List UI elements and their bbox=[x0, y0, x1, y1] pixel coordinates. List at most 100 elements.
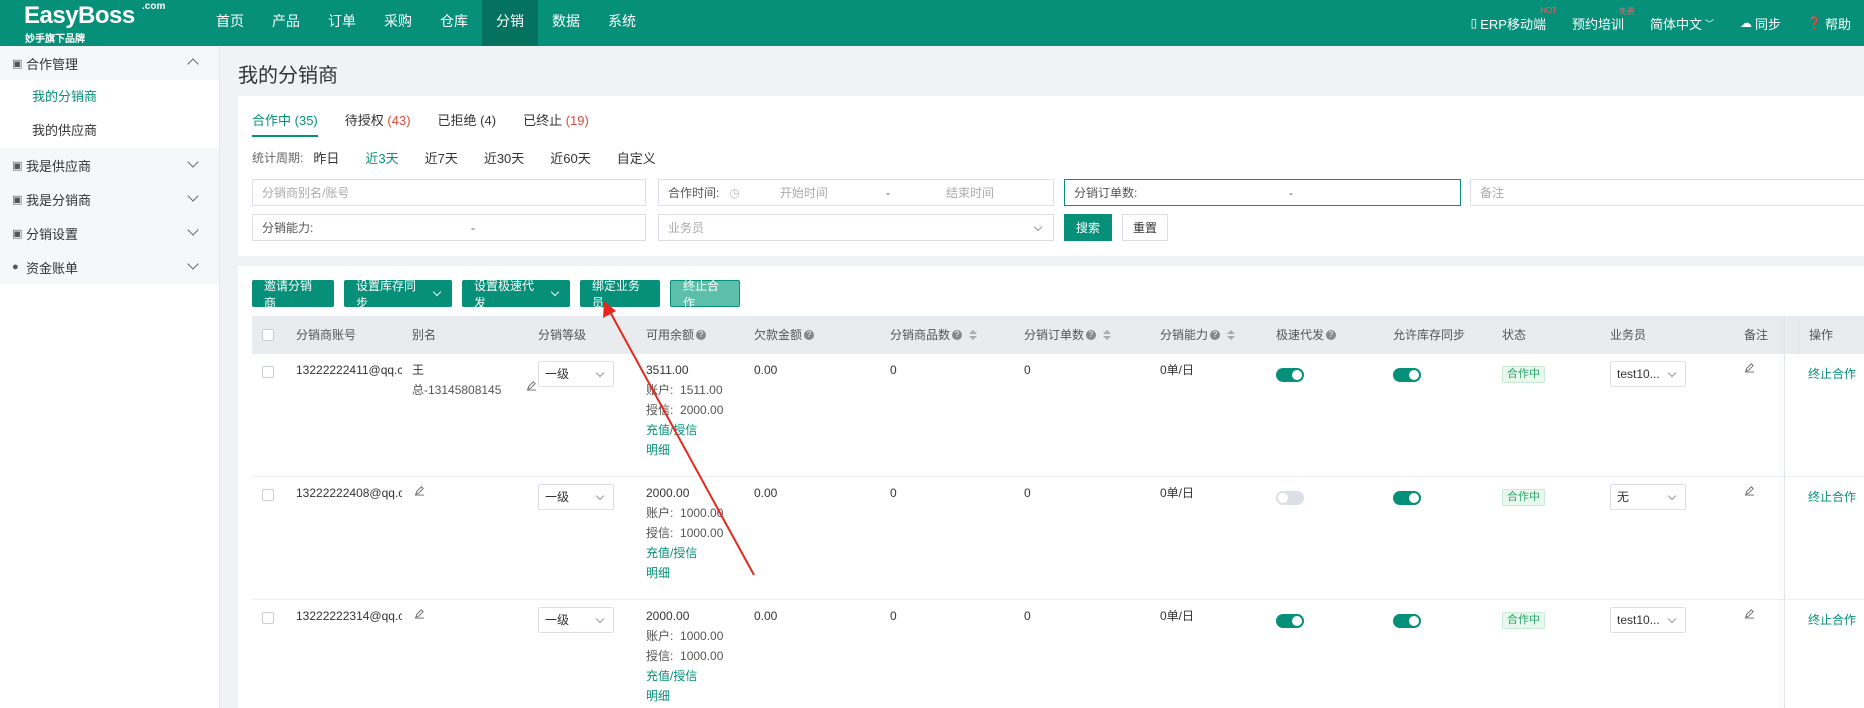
period-yesterday[interactable]: 昨日 bbox=[313, 148, 339, 167]
sidebar-group-i-am-distributor[interactable]: ▣ 我是分销商 bbox=[0, 182, 219, 216]
remark-input[interactable]: 备注 bbox=[1470, 179, 1864, 206]
col-capacity[interactable]: 分销能力? bbox=[1160, 316, 1236, 354]
detail-link[interactable]: 明细 bbox=[646, 563, 670, 583]
chevron-up-icon bbox=[187, 58, 199, 70]
tab-pending-auth[interactable]: 待授权 (43) bbox=[345, 110, 411, 137]
nav-data[interactable]: 数据 bbox=[538, 0, 594, 46]
nav-home[interactable]: 首页 bbox=[202, 0, 258, 46]
nav-purchase[interactable]: 采购 bbox=[370, 0, 426, 46]
top-navbar: EasyBoss .com 妙手旗下品牌 首页 产品 订单 采购 仓库 分销 数… bbox=[0, 0, 1864, 46]
col-order-count[interactable]: 分销订单数? bbox=[1024, 316, 1112, 354]
stock-sync-toggle[interactable] bbox=[1393, 491, 1421, 505]
chevron-down-icon bbox=[595, 614, 605, 624]
period-3days[interactable]: 近3天 bbox=[365, 148, 398, 167]
row-products: 0 bbox=[890, 363, 897, 377]
account-search-input[interactable]: 分销商别名/账号 bbox=[252, 179, 646, 206]
col-status: 状态 bbox=[1502, 328, 1527, 342]
capacity-range[interactable]: 分销能力: - bbox=[252, 214, 646, 241]
fast-ship-toggle[interactable] bbox=[1276, 368, 1304, 382]
reset-button[interactable]: 重置 bbox=[1122, 214, 1168, 241]
logo[interactable]: EasyBoss .com 妙手旗下品牌 bbox=[22, 0, 165, 46]
fixed-column-divider bbox=[1784, 316, 1785, 708]
edit-icon[interactable] bbox=[526, 380, 537, 391]
nav-products[interactable]: 产品 bbox=[258, 0, 314, 46]
edit-icon[interactable] bbox=[414, 608, 425, 619]
status-badge: 合作中 bbox=[1502, 612, 1545, 629]
period-custom[interactable]: 自定义 bbox=[617, 148, 656, 167]
nav-distribution[interactable]: 分销 bbox=[482, 0, 538, 46]
main-nav: 首页 产品 订单 采购 仓库 分销 数据 系统 bbox=[202, 0, 650, 46]
order-count-range[interactable]: 分销订单数: - bbox=[1064, 179, 1461, 206]
language-label: 简体中文 bbox=[1649, 16, 1702, 32]
col-account: 分销商账号 bbox=[296, 328, 357, 342]
detail-link[interactable]: 明细 bbox=[646, 686, 670, 706]
mobile-app-link[interactable]: ▯ ERP移动端 HOT bbox=[1458, 6, 1559, 33]
row-debt: 0.00 bbox=[754, 363, 778, 377]
tab-terminated[interactable]: 已终止 (19) bbox=[523, 110, 589, 137]
stock-sync-toggle[interactable] bbox=[1393, 614, 1421, 628]
sync-button[interactable]: ☁ 同步 bbox=[1727, 14, 1794, 33]
level-select[interactable]: 一级 bbox=[538, 484, 614, 510]
level-select[interactable]: 一级 bbox=[538, 361, 614, 387]
chevron-down-icon bbox=[187, 258, 199, 270]
training-link[interactable]: 预约培训 免费 bbox=[1559, 7, 1637, 33]
nav-system[interactable]: 系统 bbox=[594, 0, 650, 46]
detail-link[interactable]: 明细 bbox=[646, 440, 670, 460]
col-product-count[interactable]: 分销商品数? bbox=[890, 316, 978, 354]
language-select[interactable]: 简体中文 ﹀ bbox=[1637, 14, 1727, 33]
col-operation: 操作 bbox=[1798, 316, 1833, 354]
terminate-link[interactable]: 终止合作 bbox=[1808, 364, 1856, 384]
row-checkbox[interactable] bbox=[262, 612, 274, 624]
terminate-link[interactable]: 终止合作 bbox=[1808, 610, 1856, 630]
period-7days[interactable]: 近7天 bbox=[425, 148, 458, 167]
invite-distributor-button[interactable]: 邀请分销商 bbox=[252, 279, 334, 310]
row-checkbox[interactable] bbox=[262, 366, 274, 378]
recharge-link[interactable]: 充值/授信 bbox=[646, 666, 697, 686]
period-60days[interactable]: 近60天 bbox=[550, 148, 590, 167]
row-balance: 3511.00 bbox=[646, 363, 689, 377]
col-salesman: 业务员 bbox=[1610, 328, 1647, 342]
salesman-select[interactable]: 业务员 bbox=[658, 214, 1054, 241]
sidebar-group-cooperation[interactable]: ▣ 合作管理 bbox=[0, 46, 219, 80]
salesman-select[interactable]: test10... bbox=[1610, 607, 1686, 633]
sidebar-group-label: 我是供应商 bbox=[26, 158, 92, 174]
sidebar-group-fund-bill[interactable]: ● 资金账单 bbox=[0, 250, 219, 284]
question-icon: ? bbox=[696, 330, 707, 340]
fast-ship-toggle[interactable] bbox=[1276, 614, 1304, 628]
edit-remark-icon[interactable] bbox=[1744, 485, 1755, 496]
recharge-link[interactable]: 充值/授信 bbox=[646, 543, 697, 563]
sidebar-item-my-suppliers[interactable]: 我的供应商 bbox=[0, 114, 219, 148]
nav-orders[interactable]: 订单 bbox=[314, 0, 370, 46]
salesman-select[interactable]: test10... bbox=[1610, 361, 1686, 387]
level-select[interactable]: 一级 bbox=[538, 607, 614, 633]
stock-sync-toggle[interactable] bbox=[1393, 368, 1421, 382]
fast-ship-dropdown[interactable]: 设置极速代发 bbox=[462, 279, 570, 310]
edit-icon[interactable] bbox=[414, 485, 425, 496]
period-30days[interactable]: 近30天 bbox=[484, 148, 524, 167]
row-alias-sub: 总-13145808145 bbox=[412, 383, 502, 397]
edit-remark-icon[interactable] bbox=[1744, 608, 1755, 619]
stock-sync-dropdown[interactable]: 设置库存同步 bbox=[344, 279, 452, 310]
fast-ship-toggle[interactable] bbox=[1276, 491, 1304, 505]
sidebar-group-distribution-settings[interactable]: ▣ 分销设置 bbox=[0, 216, 219, 250]
bind-salesman-button[interactable]: 绑定业务员 bbox=[580, 279, 660, 310]
sidebar-item-my-distributors[interactable]: 我的分销商 bbox=[0, 80, 219, 114]
filter-panel: 合作中 (35) 待授权 (43) 已拒绝 (4) 已终止 (19) 统计周期:… bbox=[238, 96, 1864, 256]
question-icon: ? bbox=[952, 330, 963, 340]
salesman-select[interactable]: 无 bbox=[1610, 484, 1686, 510]
recharge-link[interactable]: 充值/授信 bbox=[646, 420, 697, 440]
terminate-cooperation-button[interactable]: 终止合作 bbox=[670, 279, 740, 310]
search-button[interactable]: 搜索 bbox=[1064, 214, 1112, 241]
tab-rejected[interactable]: 已拒绝 (4) bbox=[438, 110, 497, 137]
row-checkbox[interactable] bbox=[262, 489, 274, 501]
help-button[interactable]: ❓ 帮助 bbox=[1794, 14, 1864, 33]
row-account: 13222222411@qq.c bbox=[296, 363, 402, 377]
edit-remark-icon[interactable] bbox=[1744, 362, 1755, 373]
nav-warehouse[interactable]: 仓库 bbox=[426, 0, 482, 46]
row-debt: 0.00 bbox=[754, 486, 778, 500]
coop-time-range[interactable]: 合作时间: ◷ 开始时间 - 结束时间 bbox=[658, 179, 1054, 206]
select-all-checkbox[interactable] bbox=[262, 329, 274, 341]
terminate-link[interactable]: 终止合作 bbox=[1808, 487, 1856, 507]
tab-cooperating[interactable]: 合作中 (35) bbox=[252, 110, 318, 137]
sidebar-group-i-am-supplier[interactable]: ▣ 我是供应商 bbox=[0, 148, 219, 182]
